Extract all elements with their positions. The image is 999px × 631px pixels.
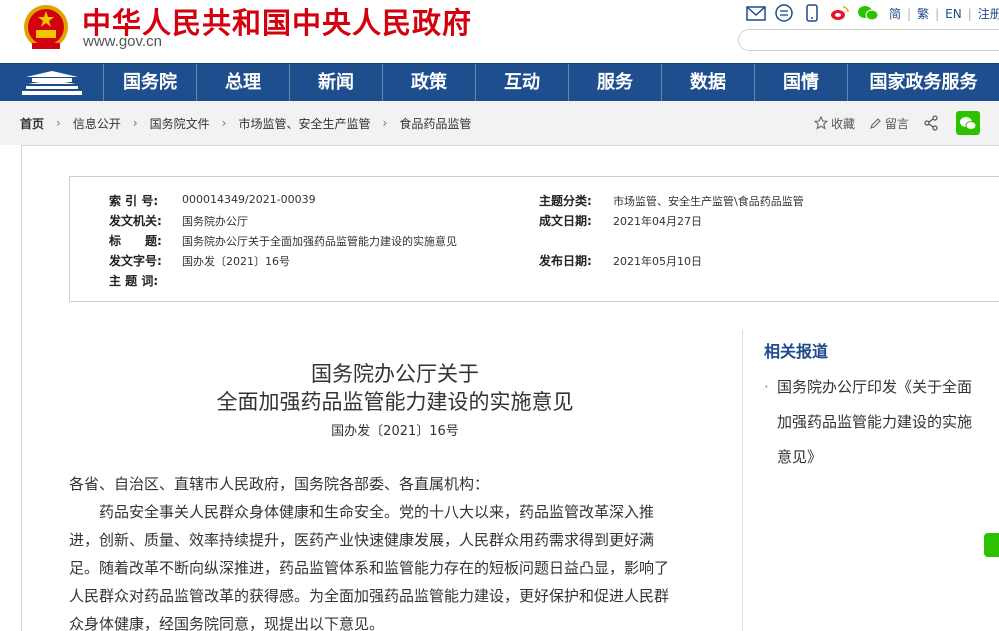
nav-item-policy[interactable]: 政策 bbox=[382, 64, 475, 102]
category-value: 市场监管、安全生产监管\食品药品监管 bbox=[613, 195, 804, 208]
category-label: 主题分类: bbox=[539, 194, 592, 208]
mobile-icon[interactable] bbox=[801, 3, 823, 23]
star-icon bbox=[814, 116, 828, 130]
lang-traditional[interactable]: 繁 bbox=[917, 7, 929, 21]
docno-value: 国办发〔2021〕16号 bbox=[182, 255, 290, 268]
search-input[interactable] bbox=[738, 29, 999, 51]
related-news-title: 相关报道 bbox=[764, 342, 829, 361]
document-info-box: 索 引 号: 000014349/2021-00039 主题分类: 市场监管、安… bbox=[69, 176, 999, 302]
body-line: 药品安全事关人民群众身体健康和生命安全。党的十八大以来，药品监管改革深入推 bbox=[69, 503, 655, 521]
issuer-label: 发文机关: bbox=[109, 214, 162, 228]
nav-item-premier[interactable]: 总理 bbox=[196, 64, 289, 102]
related-news-line: 国务院办公厅印发《关于全面 bbox=[777, 378, 973, 396]
published-value: 2021年05月10日 bbox=[613, 255, 702, 268]
lang-simplified[interactable]: 简 bbox=[889, 7, 901, 21]
breadcrumb-bar: 首页 › 信息公开 › 国务院文件 › 市场监管、安全生产监管 › 食品药品监管… bbox=[0, 101, 999, 145]
comment-label: 留言 bbox=[885, 116, 910, 131]
salutation-line: 各省、自治区、直辖市人民政府，国务院各部委、各直属机构： bbox=[69, 475, 490, 493]
article-body: 药品安全事关人民群众身体健康和生命安全。党的十八大以来，药品监管改革深入推 进，… bbox=[69, 498, 721, 631]
nav-item-gov-service[interactable]: 国家政务服务 bbox=[847, 64, 999, 102]
favorite-label: 收藏 bbox=[831, 116, 856, 131]
favorite-button[interactable]: 收藏 bbox=[814, 115, 855, 132]
bullet-icon: · bbox=[764, 378, 769, 396]
page-actions: 收藏 留言 bbox=[814, 101, 981, 145]
breadcrumb-info-public[interactable]: 信息公开 bbox=[73, 115, 121, 132]
created-value: 2021年04月27日 bbox=[613, 215, 702, 228]
article-doc-number: 国办发〔2021〕16号 bbox=[331, 424, 459, 439]
related-news-line: 加强药品监管能力建设的实施 bbox=[777, 413, 973, 431]
nav-item-interaction[interactable]: 互动 bbox=[475, 64, 568, 102]
header-tools: 简|繁|EN|注册| bbox=[745, 3, 999, 23]
body-line: 足。随着改革不断向纵深推进，药品监管体系和监管能力存在的短板问题日益凸显，影响了 bbox=[69, 559, 670, 577]
site-header: 中华人民共和国中央人民政府 www.gov.cn 简|繁|EN|注册| bbox=[0, 0, 999, 63]
share-button[interactable] bbox=[923, 115, 942, 131]
pencil-icon bbox=[870, 117, 881, 129]
related-news-line: 意见》 bbox=[777, 448, 823, 466]
published-label: 发布日期: bbox=[539, 254, 592, 268]
body-line: 人民群众对药品监管改革的获得感。为全面加强药品监管能力建设，更好保护和促进人民群 bbox=[69, 587, 670, 605]
article-title-line-2: 全面加强药品监管能力建设的实施意见 bbox=[216, 390, 574, 414]
share-icon bbox=[924, 115, 938, 131]
nav-item-news[interactable]: 新闻 bbox=[289, 64, 382, 102]
title-label: 标 题: bbox=[109, 234, 162, 248]
breadcrumb-market-safety[interactable]: 市场监管、安全生产监管 bbox=[238, 115, 370, 132]
body-line: 众身体健康，经国务院同意，现提出以下意见。 bbox=[69, 615, 385, 631]
nav-item-service[interactable]: 服务 bbox=[568, 64, 661, 102]
index-label: 索 引 号: bbox=[109, 194, 159, 208]
article-salutation: 各省、自治区、直辖市人民政府，国务院各部委、各直属机构： bbox=[69, 470, 721, 498]
wechat-icon[interactable] bbox=[857, 3, 879, 23]
nav-items: 国务院 总理 新闻 政策 互动 服务 数据 国情 国家政务服务 bbox=[103, 64, 999, 102]
lang-english[interactable]: EN bbox=[945, 7, 962, 21]
mail-icon[interactable] bbox=[745, 3, 767, 23]
breadcrumb-home[interactable]: 首页 bbox=[20, 115, 44, 132]
floating-wechat-icon[interactable] bbox=[984, 533, 999, 557]
chevron-right-icon: › bbox=[382, 116, 388, 130]
national-emblem-icon bbox=[24, 5, 68, 49]
chevron-right-icon: › bbox=[221, 116, 227, 130]
lang-links: 简|繁|EN|注册| bbox=[889, 5, 999, 22]
issuer-value: 国务院办公厅 bbox=[182, 215, 248, 228]
chevron-right-icon: › bbox=[56, 116, 61, 130]
wechat-share-button[interactable] bbox=[956, 111, 981, 135]
nav-item-state-council[interactable]: 国务院 bbox=[103, 64, 196, 102]
wechat-icon bbox=[960, 116, 977, 130]
breadcrumb: 首页 › 信息公开 › 国务院文件 › 市场监管、安全生产监管 › 食品药品监管 bbox=[20, 101, 471, 145]
docno-label: 发文字号: bbox=[109, 254, 162, 268]
nav-item-national-info[interactable]: 国情 bbox=[754, 64, 847, 102]
main-nav: 国务院 总理 新闻 政策 互动 服务 数据 国情 国家政务服务 bbox=[0, 63, 999, 102]
register-link[interactable]: 注册 bbox=[978, 7, 999, 21]
site-domain: www.gov.cn bbox=[83, 33, 162, 50]
title-value: 国务院办公厅关于全面加强药品监管能力建设的实施意见 bbox=[182, 235, 457, 248]
body-line: 进，创新、质量、效率持续提升，医药产业快速健康发展，人民群众用药需求得到更好满 bbox=[69, 531, 655, 549]
index-value: 000014349/2021-00039 bbox=[182, 193, 316, 206]
breadcrumb-state-council-docs[interactable]: 国务院文件 bbox=[150, 115, 210, 132]
tiananmen-logo-icon[interactable] bbox=[20, 69, 84, 97]
nav-item-data[interactable]: 数据 bbox=[661, 64, 754, 102]
keywords-label: 主 题 词: bbox=[109, 274, 159, 288]
breadcrumb-food-drug[interactable]: 食品药品监管 bbox=[399, 115, 471, 132]
weibo-icon[interactable] bbox=[829, 3, 851, 23]
article-title-line-1: 国务院办公厅关于 bbox=[311, 362, 479, 386]
comment-button[interactable]: 留言 bbox=[869, 115, 909, 132]
related-news-sidebar: 相关报道 · 国务院办公厅印发《关于全面 加强药品监管能力建设的实施 意见》 bbox=[742, 330, 999, 631]
related-news-item[interactable]: · 国务院办公厅印发《关于全面 加强药品监管能力建设的实施 意见》 bbox=[764, 370, 994, 475]
message-icon[interactable] bbox=[773, 3, 795, 23]
chevron-right-icon: › bbox=[132, 116, 138, 130]
created-label: 成文日期: bbox=[539, 214, 592, 228]
